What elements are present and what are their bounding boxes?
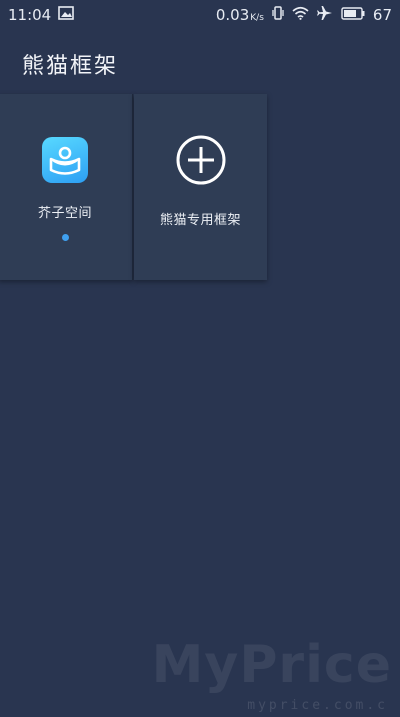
add-card-label: 熊猫专用框架 (159, 213, 241, 228)
app-card-label: 芥子空间 (37, 206, 92, 221)
app-card-jiezi-space[interactable]: 芥子空间 (0, 94, 133, 280)
wifi-icon (292, 6, 309, 24)
airplane-icon (316, 5, 333, 25)
status-left: 11:04 (8, 6, 75, 24)
watermark-site: myprice.com.c (247, 698, 388, 713)
add-circle-icon (175, 134, 227, 190)
network-speed-unit: K/s (250, 13, 264, 23)
status-right: 0.03K/s 67 (216, 5, 392, 25)
network-speed: 0.03K/s (216, 6, 264, 24)
battery-icon (341, 6, 365, 24)
jiezi-space-app-icon (42, 137, 88, 183)
running-indicator (61, 234, 69, 241)
image-icon (58, 6, 75, 24)
status-bar: 11:04 0.03K/s 67 (0, 0, 400, 30)
network-speed-value: 0.03 (215, 6, 250, 24)
vibrate-icon (272, 5, 284, 25)
battery-level: 67 (372, 6, 392, 24)
watermark-brand: MyPrice (151, 635, 392, 695)
status-time: 11:04 (8, 6, 52, 24)
add-framework-card[interactable]: 熊猫专用框架 (134, 94, 267, 280)
page-title: 熊猫框架 (22, 54, 119, 79)
